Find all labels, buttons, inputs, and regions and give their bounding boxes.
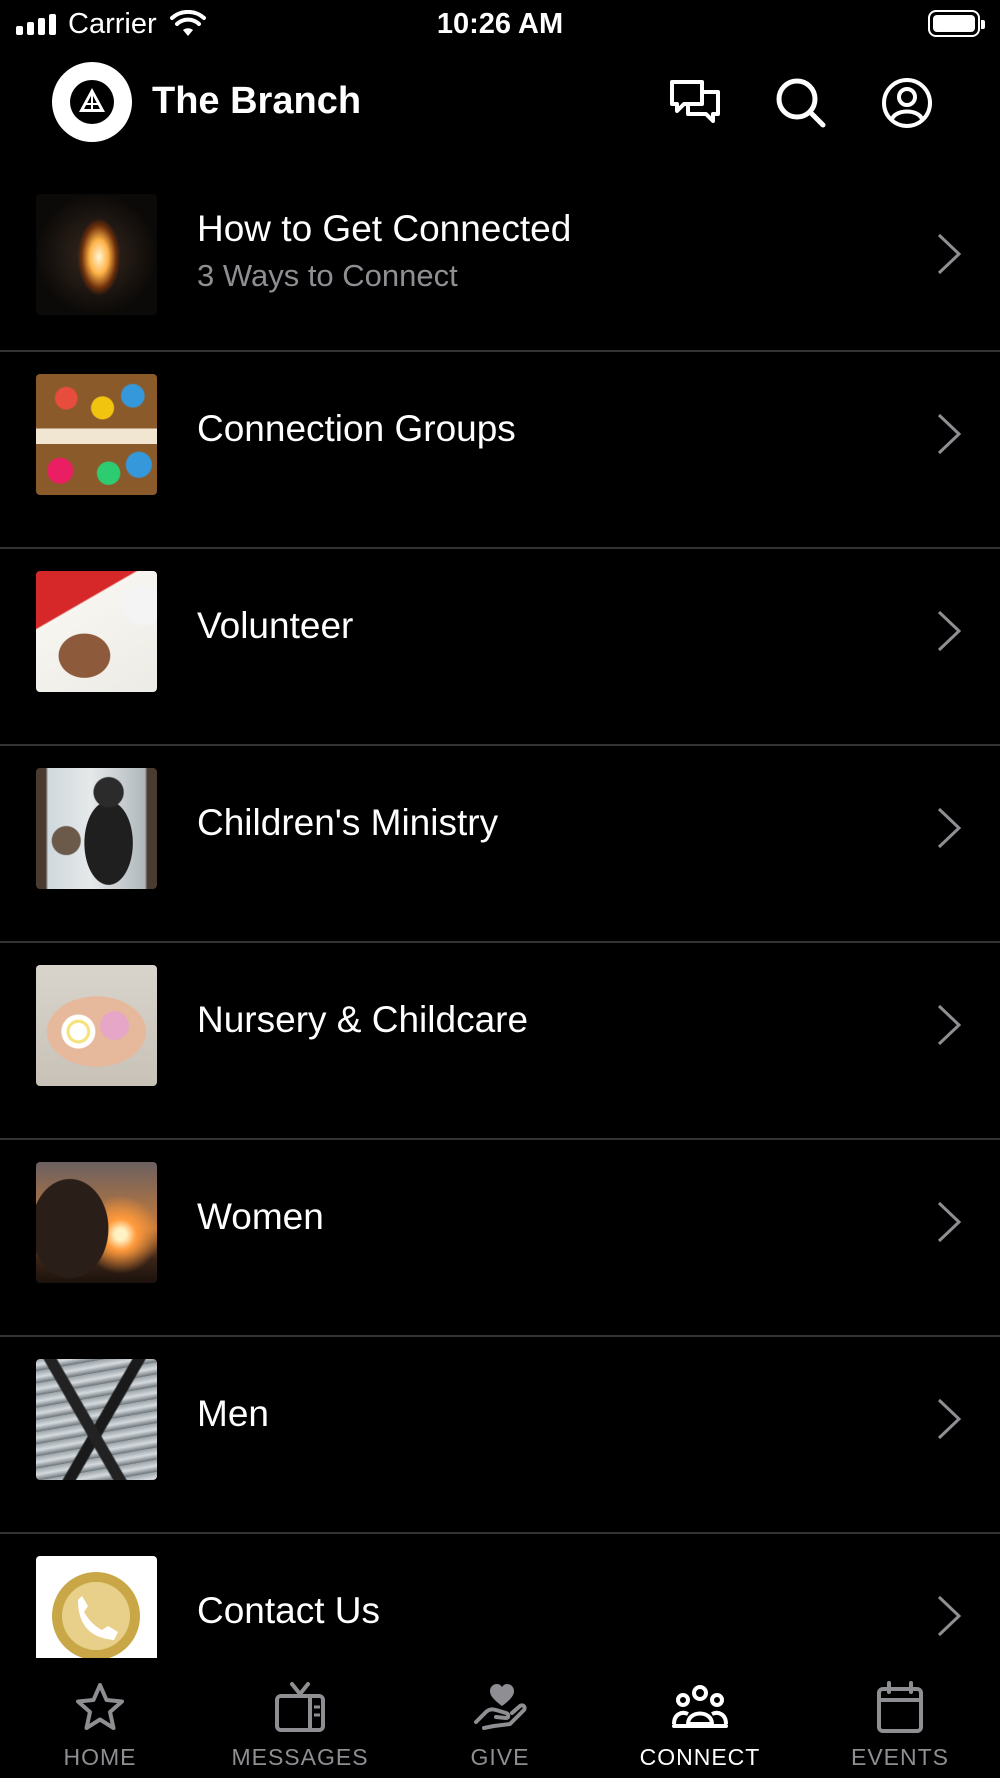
list-item-men[interactable]: Men [0,1337,1000,1534]
list-item-volunteer[interactable]: Volunteer [0,549,1000,746]
item-title: Connection Groups [197,408,516,449]
status-bar: Carrier 10:26 AM [0,0,1000,50]
item-title: Contact Us [197,1590,381,1631]
tab-label: GIVE [470,1744,530,1770]
thumbnail-image [36,1556,157,1658]
battery-icon [928,10,985,37]
thumbnail-image [36,571,157,692]
chevron-right-icon [937,1398,962,1440]
tab-give[interactable]: GIVE [400,1658,600,1778]
item-title: Volunteer [197,605,354,646]
tab-home[interactable]: HOME [0,1658,200,1778]
item-title: Children's Ministry [197,802,499,843]
people-icon [672,1685,728,1728]
heart-hand-icon [474,1684,527,1730]
chevron-right-icon [937,413,962,455]
star-icon [76,1683,124,1730]
chevron-right-icon [937,1201,962,1243]
church-logo[interactable] [52,62,132,142]
list-item-women[interactable]: Women [0,1140,1000,1337]
tab-label: HOME [63,1744,137,1770]
app-header: The Branch [0,60,1000,144]
tv-icon [275,1682,325,1732]
thumbnail-image [36,194,157,315]
thumbnail-image [36,768,157,889]
list-item-contact-us[interactable]: Contact Us [0,1534,1000,1658]
clock: 10:26 AM [436,8,564,40]
chevron-right-icon [937,233,962,275]
chevron-right-icon [937,807,962,849]
connect-list: How to Get Connected 3 Ways to Connect C… [0,172,1000,1658]
thumbnail-image [36,374,157,495]
tab-label: MESSAGES [231,1744,369,1770]
calendar-icon [877,1681,923,1733]
tab-label: CONNECT [639,1744,761,1770]
search-icon[interactable] [774,76,828,130]
branch-logo-icon [70,80,114,124]
tab-label: EVENTS [850,1744,950,1770]
phone-icon [52,1572,140,1658]
profile-icon[interactable] [880,76,934,130]
chevron-right-icon [937,1004,962,1046]
thumbnail-image [36,1359,157,1480]
tab-bar: HOME MESSAGES GIVE CONNECT EVENTS [0,1658,1000,1778]
item-title: Women [197,1196,324,1237]
chevron-right-icon [937,610,962,652]
chat-icon[interactable] [668,76,722,130]
chevron-right-icon [937,1595,962,1637]
list-item-connection-groups[interactable]: Connection Groups [0,352,1000,549]
item-title: Men [197,1393,269,1434]
app-title: The Branch [152,80,362,122]
item-subtitle: 3 Ways to Connect [197,258,458,293]
item-title: How to Get Connected [197,208,572,249]
tab-events[interactable]: EVENTS [800,1658,1000,1778]
tab-connect[interactable]: CONNECT [600,1658,800,1778]
thumbnail-image [36,965,157,1086]
list-item-childrens-ministry[interactable]: Children's Ministry [0,746,1000,943]
list-item-nursery-childcare[interactable]: Nursery & Childcare [0,943,1000,1140]
thumbnail-image [36,1162,157,1283]
list-item-how-to-get-connected[interactable]: How to Get Connected 3 Ways to Connect [0,172,1000,352]
item-title: Nursery & Childcare [197,999,529,1040]
tab-messages[interactable]: MESSAGES [200,1658,400,1778]
